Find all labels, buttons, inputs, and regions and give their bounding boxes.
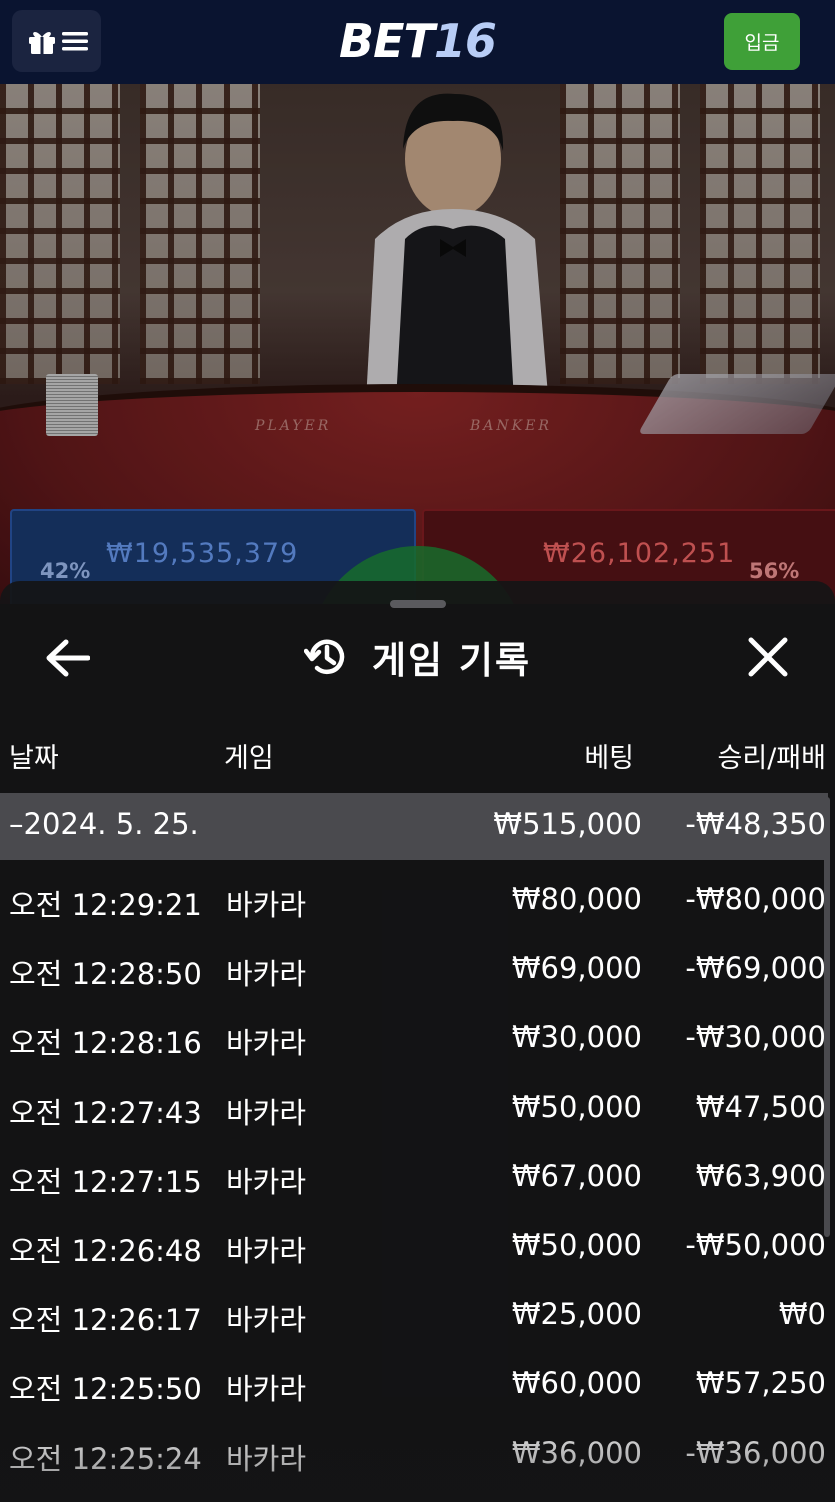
row-game: 바카라 <box>226 1303 307 1337</box>
row-winloss: -₩36,000 <box>685 1436 826 1470</box>
row-game: 바카라 <box>226 957 307 991</box>
column-header-date: 날짜 <box>9 743 59 774</box>
row-bet: ₩80,000 <box>511 882 642 916</box>
row-time: 오전 12:28:50 <box>9 957 202 991</box>
row-time: 오전 12:29:21 <box>9 888 202 922</box>
row-time: 오전 12:28:16 <box>9 1026 202 1060</box>
date-group-row[interactable]: –2024. 5. 25. ₩515,000 -₩48,350 <box>0 793 828 860</box>
row-bet: ₩30,000 <box>511 1020 642 1054</box>
column-header-winloss: 승리/패배 <box>717 743 826 774</box>
history-icon <box>303 639 345 674</box>
scrollbar[interactable] <box>824 797 830 1237</box>
row-game: 바카라 <box>226 1234 307 1268</box>
top-bar: BET16 입금 <box>0 0 835 84</box>
table-row[interactable]: 오전 12:27:43 바카라 ₩50,000 ₩47,500 <box>0 1090 828 1134</box>
row-time: 오전 12:27:43 <box>9 1096 202 1130</box>
row-bet: ₩25,000 <box>511 1297 642 1331</box>
row-game: 바카라 <box>226 1442 307 1476</box>
bet16-logo[interactable]: BET16 <box>0 14 835 68</box>
table-row[interactable]: 오전 12:27:15 바카라 ₩67,000 ₩63,900 <box>0 1159 828 1203</box>
row-game: 바카라 <box>226 1372 307 1406</box>
row-winloss: ₩0 <box>778 1297 826 1331</box>
row-game: 바카라 <box>226 1096 307 1130</box>
row-bet: ₩69,000 <box>511 951 642 985</box>
row-time: 오전 12:26:48 <box>9 1234 202 1268</box>
sheet-title-text: 게임 기록 <box>371 639 532 682</box>
row-winloss: ₩57,250 <box>695 1366 826 1400</box>
row-winloss: ₩63,900 <box>695 1159 826 1193</box>
deposit-button[interactable]: 입금 <box>724 13 800 70</box>
sheet-drag-handle[interactable] <box>390 600 446 608</box>
row-winloss: -₩50,000 <box>685 1228 826 1262</box>
row-time: 오전 12:25:50 <box>9 1372 202 1406</box>
row-winloss: -₩80,000 <box>685 882 826 916</box>
table-row[interactable]: 오전 12:29:21 바카라 ₩80,000 -₩80,000 <box>0 882 828 926</box>
row-game: 바카라 <box>226 1026 307 1060</box>
row-winloss: ₩47,500 <box>695 1090 826 1124</box>
date-group-winloss-total: -₩48,350 <box>685 807 826 841</box>
logo-number: 16 <box>433 14 497 68</box>
row-time: 오전 12:27:15 <box>9 1165 202 1199</box>
row-time: 오전 12:25:24 <box>9 1442 202 1476</box>
row-bet: ₩67,000 <box>511 1159 642 1193</box>
table-row[interactable]: 오전 12:25:24 바카라 ₩36,000 -₩36,000 <box>0 1436 828 1480</box>
row-game: 바카라 <box>226 1165 307 1199</box>
table-row[interactable]: 오전 12:25:50 바카라 ₩60,000 ₩57,250 <box>0 1366 828 1410</box>
date-group-date: –2024. 5. 25. <box>9 807 199 841</box>
row-winloss: -₩69,000 <box>685 951 826 985</box>
logo-text: BET <box>339 14 435 68</box>
row-bet: ₩60,000 <box>511 1366 642 1400</box>
table-row[interactable]: 오전 12:28:16 바카라 ₩30,000 -₩30,000 <box>0 1020 828 1064</box>
date-group-bet-total: ₩515,000 <box>493 807 642 841</box>
game-history-sheet: 게임 기록 날짜 게임 베팅 승리/패배 –2024. 5. 25. ₩515,… <box>0 581 835 1502</box>
column-header-bet: 베팅 <box>584 743 634 774</box>
close-icon[interactable] <box>746 635 790 679</box>
row-bet: ₩50,000 <box>511 1090 642 1124</box>
table-row[interactable]: 오전 12:26:17 바카라 ₩25,000 ₩0 <box>0 1297 828 1341</box>
sheet-title: 게임 기록 <box>0 631 835 683</box>
row-winloss: -₩30,000 <box>685 1020 826 1054</box>
table-row[interactable]: 오전 12:28:50 바카라 ₩69,000 -₩69,000 <box>0 951 828 995</box>
row-game: 바카라 <box>226 888 307 922</box>
row-bet: ₩50,000 <box>511 1228 642 1262</box>
table-row[interactable]: 오전 12:26:48 바카라 ₩50,000 -₩50,000 <box>0 1228 828 1272</box>
row-bet: ₩36,000 <box>511 1436 642 1470</box>
row-time: 오전 12:26:17 <box>9 1303 202 1337</box>
column-header-game: 게임 <box>224 743 274 774</box>
